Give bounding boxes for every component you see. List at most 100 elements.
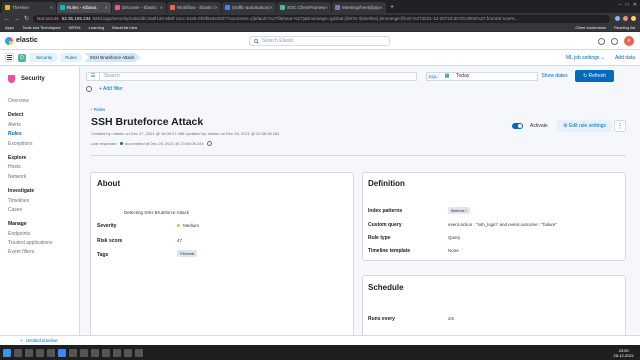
- url-input[interactable]: Not secure 52.35.106.234 :5601/app/secur…: [33, 14, 610, 23]
- reload-icon[interactable]: ↻: [24, 15, 29, 22]
- taskbar-app-icon[interactable]: [47, 348, 55, 357]
- sidebar-group-investigate: Investigate: [8, 188, 35, 195]
- browser-tab[interactable]: Workflow - Elastic SIEM View✕: [167, 2, 221, 13]
- breadcrumb-security[interactable]: Security: [30, 53, 59, 62]
- definition-row: Rule type Query: [368, 235, 460, 241]
- back-icon[interactable]: ←: [4, 16, 10, 22]
- close-tab-icon[interactable]: ✕: [160, 5, 163, 10]
- bookmark-blackhat[interactable]: BlackHat Idea: [112, 25, 137, 30]
- url-path: :5601/app/security/rules/id/c3a8f120-6b8…: [91, 16, 519, 21]
- taskbar-app-icon[interactable]: [113, 348, 121, 357]
- show-dates-button[interactable]: Show dates: [538, 73, 571, 79]
- tab-favicon-icon: [280, 5, 285, 10]
- back-to-rules-link[interactable]: ‹ Rules: [91, 107, 105, 112]
- sidebar-item-exceptions[interactable]: Exceptions: [8, 140, 71, 149]
- global-search-input[interactable]: Search Elastic: [249, 36, 390, 46]
- refresh-status-icon[interactable]: [206, 141, 212, 146]
- taskbar-app-icon[interactable]: [135, 348, 143, 357]
- close-window-button[interactable]: ✕: [633, 2, 637, 8]
- taskbar-app-icon[interactable]: [14, 348, 22, 357]
- close-tab-icon[interactable]: ✕: [215, 5, 218, 10]
- timeline-title[interactable]: Untitled timeline: [26, 338, 58, 343]
- minimize-button[interactable]: –: [619, 2, 622, 8]
- tags-value: Filebeat: [177, 250, 198, 257]
- breadcrumb-rules[interactable]: Rules: [59, 53, 83, 62]
- sidebar-group-explore: Explore: [8, 154, 27, 161]
- timeline-flyout-bar[interactable]: + Untitled timeline: [0, 335, 640, 345]
- sidebar-item-overview[interactable]: Overview: [8, 97, 71, 106]
- kql-badge[interactable]: KQL: [427, 73, 440, 79]
- browser-tab[interactable]: Meetingsheet@pipeline.at.elas✕: [332, 2, 386, 13]
- space-avatar[interactable]: D: [18, 53, 26, 62]
- sidebar-item-trusted-applications[interactable]: Trusted applications: [8, 239, 71, 248]
- forward-icon[interactable]: →: [14, 16, 20, 22]
- taskbar-app-icon[interactable]: [102, 348, 110, 357]
- sidebar-item-rules[interactable]: Rules: [8, 130, 71, 139]
- sidebar-item-event-filters[interactable]: Event filters: [8, 248, 71, 257]
- browser-tab[interactable]: TheHive ✕: [2, 2, 56, 13]
- close-tab-icon[interactable]: ✕: [325, 5, 328, 10]
- taskbar-app-icon[interactable]: [25, 348, 33, 357]
- browser-tab[interactable]: SOC ClientFramework.mkd.as.c✕: [277, 2, 331, 13]
- date-range-label[interactable]: Today: [452, 73, 537, 79]
- browser-tab[interactable]: (traffic-automation) - Google Se✕: [222, 2, 276, 13]
- browser-tab-bar: TheHive ✕ Rules - Kibana ✕ Discover - Elasti…: [0, 0, 640, 13]
- user-avatar[interactable]: e: [624, 36, 634, 46]
- extension-icon[interactable]: [623, 16, 628, 21]
- ml-job-settings-link[interactable]: ML job settings ⌄: [566, 55, 605, 61]
- sidebar-item-endpoints[interactable]: Endpoints: [8, 230, 71, 239]
- tag-badge[interactable]: Filebeat: [177, 250, 198, 257]
- taskbar-app-icon[interactable]: [69, 348, 77, 357]
- add-timeline-icon[interactable]: +: [20, 338, 23, 343]
- new-tab-button[interactable]: +: [390, 2, 394, 13]
- saved-query-button[interactable]: ☰: [86, 71, 100, 81]
- bookmark-learning[interactable]: Learning: [89, 25, 105, 30]
- edit-rule-settings-button[interactable]: ⚙ Edit rule settings: [557, 120, 612, 132]
- bookmark-infra[interactable]: INFRA: [69, 25, 81, 30]
- bookmark-apps[interactable]: Apps: [5, 25, 14, 30]
- add-filter-button[interactable]: + Add filter: [99, 86, 123, 92]
- extension-icon[interactable]: [615, 16, 620, 21]
- add-data-link[interactable]: Add data: [615, 55, 635, 61]
- browser-tab[interactable]: Rules - Kibana ✕: [57, 2, 111, 13]
- menu-toggle-button[interactable]: [5, 53, 14, 62]
- help-icon[interactable]: [598, 37, 605, 45]
- sidebar-item-alerts[interactable]: Alerts: [8, 121, 71, 130]
- sidebar-item-timelines[interactable]: Timelines: [8, 197, 71, 206]
- timeline-template-label: Timeline template: [368, 248, 411, 254]
- close-tab-icon[interactable]: ✕: [105, 5, 108, 10]
- activate-toggle[interactable]: [512, 123, 523, 129]
- elastic-logo[interactable]: elastic: [5, 36, 38, 45]
- taskbar-app-icon[interactable]: [124, 348, 132, 357]
- taskbar-app-icon[interactable]: [36, 348, 44, 357]
- news-icon[interactable]: [611, 37, 618, 45]
- browser-tab[interactable]: Discover - Elastic ✕: [112, 2, 166, 13]
- severity-row: Severity Medium: [97, 223, 199, 229]
- close-tab-icon[interactable]: ✕: [50, 5, 53, 10]
- other-bookmarks[interactable]: Other bookmarks: [575, 25, 606, 30]
- taskbar-app-icon[interactable]: [80, 348, 88, 357]
- sidebar-item-hosts[interactable]: Hosts: [8, 163, 71, 172]
- reading-list[interactable]: Reading list: [614, 25, 635, 30]
- system-clock[interactable]: 23:50 28-12-2021: [614, 348, 634, 358]
- not-secure-label[interactable]: Not secure: [37, 16, 59, 21]
- sidebar-item-cases[interactable]: Cases: [8, 206, 71, 215]
- sidebar-item-network[interactable]: Network: [8, 173, 71, 182]
- close-tab-icon[interactable]: ✕: [380, 5, 383, 10]
- calendar-icon[interactable]: ▦: [442, 73, 452, 79]
- taskbar-app-icon[interactable]: [58, 348, 66, 357]
- bookmark-tools[interactable]: Tools and Techniques: [22, 25, 60, 30]
- more-actions-button[interactable]: ⋮: [614, 120, 626, 132]
- tags-label: Tags: [97, 252, 109, 258]
- windows-start-icon[interactable]: [3, 348, 11, 357]
- filter-options-icon[interactable]: [86, 86, 92, 92]
- taskbar-app-icon[interactable]: [91, 348, 99, 357]
- query-search-input[interactable]: Search: [100, 71, 417, 81]
- tab-favicon-icon: [170, 5, 175, 10]
- date-picker[interactable]: KQL ▦ Today: [426, 71, 539, 81]
- close-tab-icon[interactable]: ✕: [270, 5, 273, 10]
- refresh-button[interactable]: ↻ Refresh: [575, 70, 615, 82]
- maximize-button[interactable]: □: [626, 2, 629, 8]
- profile-icon[interactable]: [631, 16, 636, 21]
- rule-type-label: Rule type: [368, 235, 391, 241]
